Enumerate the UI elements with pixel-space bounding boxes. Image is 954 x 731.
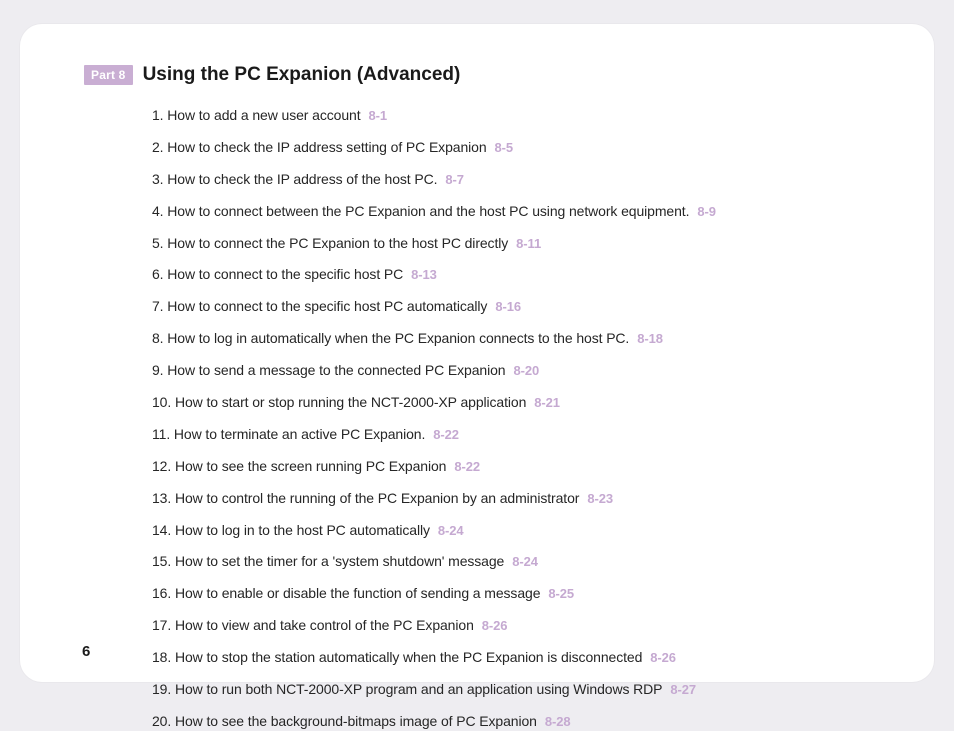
toc-item-page-ref: 8-26	[482, 618, 508, 633]
toc-item[interactable]: 14. How to log in to the host PC automat…	[152, 521, 884, 540]
section-header: Part 8 Using the PC Expanion (Advanced)	[84, 64, 884, 86]
toc-item[interactable]: 8. How to log in automatically when the …	[152, 329, 884, 348]
toc-item-text: 1. How to add a new user account	[152, 107, 360, 123]
toc-item-text: 20. How to see the background-bitmaps im…	[152, 713, 537, 729]
toc-item[interactable]: 11. How to terminate an active PC Expani…	[152, 425, 884, 444]
toc-item[interactable]: 15. How to set the timer for a 'system s…	[152, 552, 884, 571]
toc-item[interactable]: 5. How to connect the PC Expanion to the…	[152, 234, 884, 253]
toc-item[interactable]: 4. How to connect between the PC Expanio…	[152, 202, 884, 221]
toc-item-page-ref: 8-22	[454, 459, 480, 474]
toc-item[interactable]: 18. How to stop the station automaticall…	[152, 648, 884, 667]
toc-item-page-ref: 8-16	[495, 299, 521, 314]
toc-item-text: 10. How to start or stop running the NCT…	[152, 394, 526, 410]
toc-item[interactable]: 3. How to check the IP address of the ho…	[152, 170, 884, 189]
toc-item-text: 8. How to log in automatically when the …	[152, 330, 629, 346]
toc-item-page-ref: 8-20	[513, 363, 539, 378]
toc-item[interactable]: 10. How to start or stop running the NCT…	[152, 393, 884, 412]
toc-item-page-ref: 8-24	[438, 523, 464, 538]
toc-item-page-ref: 8-26	[650, 650, 676, 665]
toc-item-page-ref: 8-21	[534, 395, 560, 410]
toc-item-page-ref: 8-11	[516, 236, 541, 251]
toc-item[interactable]: 17. How to view and take control of the …	[152, 616, 884, 635]
toc-item[interactable]: 1. How to add a new user account 8-1	[152, 106, 884, 125]
toc-item-text: 15. How to set the timer for a 'system s…	[152, 553, 504, 569]
toc-item-page-ref: 8-18	[637, 331, 663, 346]
toc-item[interactable]: 12. How to see the screen running PC Exp…	[152, 457, 884, 476]
toc-item[interactable]: 9. How to send a message to the connecte…	[152, 361, 884, 380]
toc-item[interactable]: 13. How to control the running of the PC…	[152, 489, 884, 508]
toc-item[interactable]: 20. How to see the background-bitmaps im…	[152, 712, 884, 731]
section-title: Using the PC Expanion (Advanced)	[143, 64, 461, 86]
toc-item-text: 18. How to stop the station automaticall…	[152, 649, 642, 665]
toc-item-text: 7. How to connect to the specific host P…	[152, 298, 487, 314]
toc-item-page-ref: 8-23	[587, 491, 613, 506]
toc-item-page-ref: 8-5	[495, 140, 514, 155]
toc-item-text: 19. How to run both NCT-2000-XP program …	[152, 681, 662, 697]
toc-item-page-ref: 8-28	[545, 714, 571, 729]
toc-item-text: 5. How to connect the PC Expanion to the…	[152, 235, 508, 251]
toc-item-page-ref: 8-9	[697, 204, 716, 219]
toc-item-text: 11. How to terminate an active PC Expani…	[152, 426, 425, 442]
part-badge: Part 8	[84, 65, 133, 85]
toc-item[interactable]: 2. How to check the IP address setting o…	[152, 138, 884, 157]
toc-item-page-ref: 8-25	[548, 586, 574, 601]
toc-item-text: 16. How to enable or disable the functio…	[152, 585, 540, 601]
toc-item-text: 9. How to send a message to the connecte…	[152, 362, 505, 378]
toc-item-text: 4. How to connect between the PC Expanio…	[152, 203, 689, 219]
toc-item-page-ref: 8-27	[670, 682, 696, 697]
toc-item[interactable]: 7. How to connect to the specific host P…	[152, 297, 884, 316]
toc-item-text: 3. How to check the IP address of the ho…	[152, 171, 437, 187]
toc-item-text: 14. How to log in to the host PC automat…	[152, 522, 430, 538]
toc-item[interactable]: 19. How to run both NCT-2000-XP program …	[152, 680, 884, 699]
toc-item-page-ref: 8-24	[512, 554, 538, 569]
page-container: Part 8 Using the PC Expanion (Advanced) …	[0, 0, 954, 702]
toc-item-page-ref: 8-22	[433, 427, 459, 442]
page-number: 6	[82, 643, 90, 660]
toc-item-text: 2. How to check the IP address setting o…	[152, 139, 487, 155]
toc-list: 1. How to add a new user account 8-1 2. Ho…	[152, 106, 884, 731]
toc-item-text: 12. How to see the screen running PC Exp…	[152, 458, 446, 474]
toc-item-text: 6. How to connect to the specific host P…	[152, 266, 403, 282]
toc-item-page-ref: 8-13	[411, 267, 437, 282]
toc-item-page-ref: 8-1	[368, 108, 387, 123]
toc-item-text: 17. How to view and take control of the …	[152, 617, 474, 633]
document-page: Part 8 Using the PC Expanion (Advanced) …	[20, 24, 934, 682]
toc-item-page-ref: 8-7	[445, 172, 464, 187]
toc-item[interactable]: 16. How to enable or disable the functio…	[152, 584, 884, 603]
toc-item-text: 13. How to control the running of the PC…	[152, 490, 579, 506]
toc-item[interactable]: 6. How to connect to the specific host P…	[152, 265, 884, 284]
